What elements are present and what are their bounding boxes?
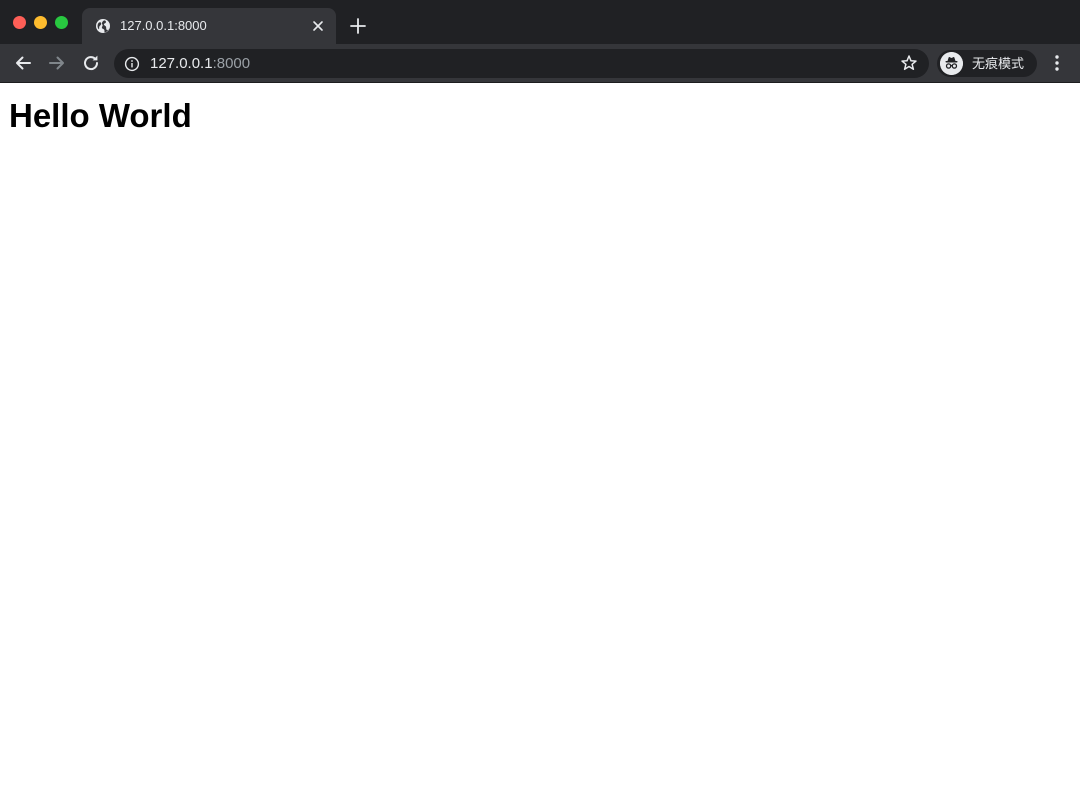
incognito-label: 无痕模式 xyxy=(972,56,1025,71)
plus-icon[interactable] xyxy=(346,14,370,38)
minimize-window-button[interactable] xyxy=(34,16,47,29)
maximize-window-button[interactable] xyxy=(55,16,68,29)
tab-strip: 127.0.0.1:8000 xyxy=(0,0,1080,44)
url-host: 127.0.0.1 xyxy=(150,55,213,72)
page-heading: Hello World xyxy=(9,97,192,134)
url-text: 127.0.0.1:8000 xyxy=(150,55,250,72)
tab-title: 127.0.0.1:8000 xyxy=(120,18,207,33)
page-content: Hello World xyxy=(0,84,1080,810)
close-window-button[interactable] xyxy=(13,16,26,29)
arrow-left-icon[interactable] xyxy=(12,52,34,74)
toolbar: 127.0.0.1:8000 无痕模式 xyxy=(0,44,1080,83)
browser-window: 127.0.0.1:8000 127.0.0.1:8000 无痕模式 Hello… xyxy=(0,0,1080,810)
close-icon[interactable] xyxy=(308,16,328,36)
reload-icon[interactable] xyxy=(80,52,102,74)
incognito-icon xyxy=(940,52,963,75)
address-bar[interactable]: 127.0.0.1:8000 xyxy=(114,49,929,78)
kebab-menu-icon[interactable] xyxy=(1048,52,1066,74)
url-port: :8000 xyxy=(212,55,251,72)
globe-icon xyxy=(96,19,110,33)
tab-active[interactable]: 127.0.0.1:8000 xyxy=(82,8,336,44)
arrow-right-icon[interactable] xyxy=(46,52,68,74)
info-icon[interactable] xyxy=(124,56,140,72)
incognito-indicator[interactable]: 无痕模式 xyxy=(937,50,1037,77)
star-icon[interactable] xyxy=(900,54,918,72)
